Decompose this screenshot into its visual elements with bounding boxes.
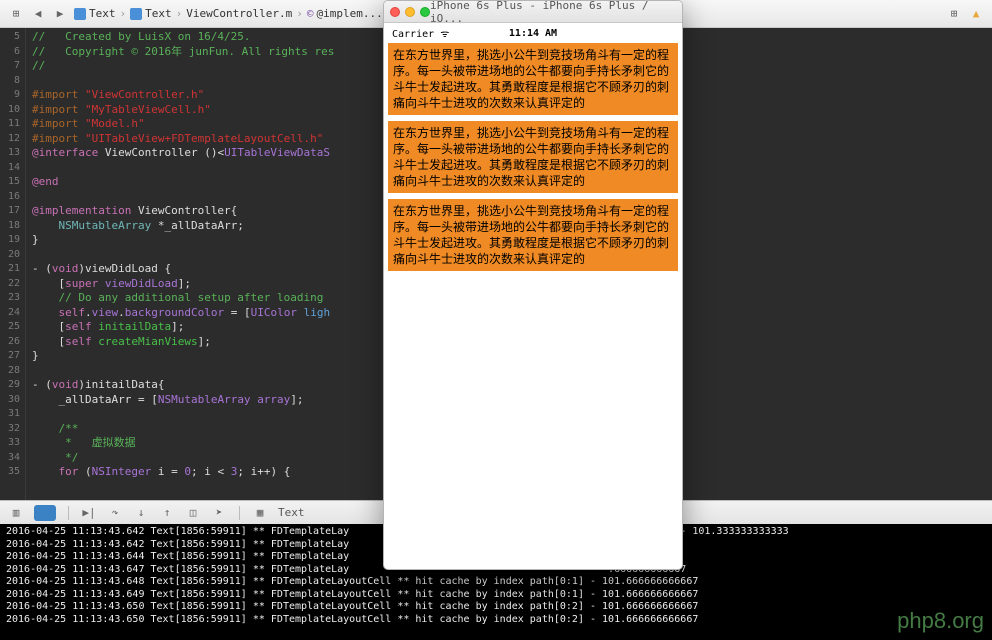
line-gutter: 5678910111213141516171819202122232425262…: [0, 28, 26, 500]
carrier-label: Carrier ᯤ: [392, 26, 449, 40]
chevron-right-icon: ›: [176, 7, 183, 20]
close-button[interactable]: [390, 7, 400, 17]
breadcrumb[interactable]: Text › Text › ViewController.m › © @impl…: [74, 7, 383, 20]
continue-icon[interactable]: ▶|: [81, 505, 97, 521]
back-icon[interactable]: ◀: [30, 6, 46, 22]
breadcrumb-item: Text: [130, 7, 172, 20]
breadcrumb-item: Text: [74, 7, 116, 20]
step-over-icon[interactable]: ↷: [107, 505, 123, 521]
wifi-icon: ᯤ: [440, 29, 449, 40]
table-cell[interactable]: 在东方世界里，挑选小公牛到竞技场角斗有一定的程序。每一头被带进场地的公牛都要向手…: [388, 199, 678, 271]
view-debug-icon[interactable]: ◫: [185, 505, 201, 521]
status-time: 11:14 AM: [509, 28, 557, 39]
chevron-right-icon: ›: [296, 7, 303, 20]
simulator-window: iPhone 6s Plus - iPhone 6s Plus / iO... …: [383, 0, 683, 570]
forward-icon[interactable]: ▶: [52, 6, 68, 22]
location-icon[interactable]: ➤: [211, 505, 227, 521]
project-icon: [74, 8, 86, 20]
table-cell[interactable]: 在东方世界里，挑选小公牛到竞技场角斗有一定的程序。每一头被带进场地的公牛都要向手…: [388, 43, 678, 115]
simulator-titlebar[interactable]: iPhone 6s Plus - iPhone 6s Plus / iO...: [384, 1, 682, 23]
step-into-icon[interactable]: ↓: [133, 505, 149, 521]
hide-debug-icon[interactable]: ▥: [8, 505, 24, 521]
minimize-button[interactable]: [405, 7, 415, 17]
status-bar: Carrier ᯤ 11:14 AM: [384, 23, 682, 41]
related-items-icon[interactable]: ⊞: [8, 6, 24, 22]
simulator-title: iPhone 6s Plus - iPhone 6s Plus / iO...: [430, 0, 676, 25]
warning-icon[interactable]: ▲: [968, 6, 984, 22]
process-label[interactable]: Text: [278, 506, 305, 519]
window-controls: [390, 7, 430, 17]
watermark: php8.org: [897, 608, 984, 634]
divider: [239, 506, 240, 520]
breadcrumb-item: ViewController.m: [186, 7, 292, 20]
simulator-content[interactable]: 在东方世界里，挑选小公牛到竞技场角斗有一定的程序。每一头被带进场地的公牛都要向手…: [384, 43, 682, 271]
folder-icon: [130, 8, 142, 20]
step-out-icon[interactable]: ↑: [159, 505, 175, 521]
breakpoints-button[interactable]: [34, 505, 56, 521]
table-cell[interactable]: 在东方世界里，挑选小公牛到竞技场角斗有一定的程序。每一头被带进场地的公牛都要向手…: [388, 121, 678, 193]
process-icon[interactable]: ▦: [252, 505, 268, 521]
zoom-button[interactable]: [420, 7, 430, 17]
divider: [68, 506, 69, 520]
chevron-right-icon: ›: [120, 7, 127, 20]
breadcrumb-item: © @implem...: [307, 7, 383, 20]
assistant-icon[interactable]: ⊞: [946, 6, 962, 22]
